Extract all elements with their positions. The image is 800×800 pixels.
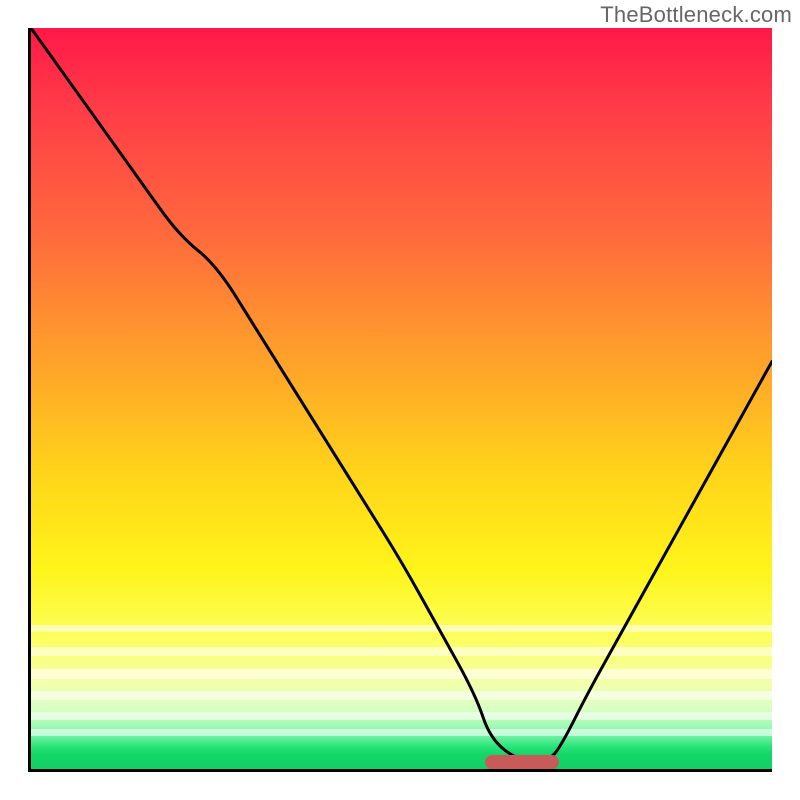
optimal-range-marker <box>485 755 559 769</box>
watermark-text: TheBottleneck.com <box>600 2 792 28</box>
chart-root: TheBottleneck.com <box>0 0 800 800</box>
plot-area <box>28 28 772 772</box>
curve-svg <box>31 28 772 769</box>
bottleneck-curve-path <box>31 28 772 762</box>
